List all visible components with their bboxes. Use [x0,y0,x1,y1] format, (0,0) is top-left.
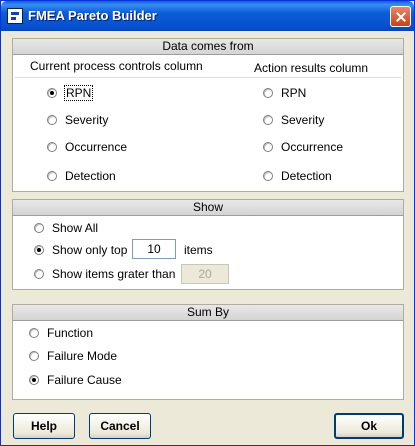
radio-label: Occurrence [281,140,344,154]
top-suffix-label: items [184,243,213,257]
cancel-button[interactable]: Cancel [89,413,151,439]
radio-label: Show items grater than [52,267,176,281]
radio-circle [47,88,57,98]
fmea-pareto-builder-dialog: FMEA Pareto Builder Data comes from Curr… [0,0,415,446]
radio-failure-mode[interactable]: Failure Mode [29,349,117,363]
radio-show-top[interactable]: Show only top [34,243,127,257]
left-column-heading: Current process controls column [30,59,203,73]
radio-circle [29,328,39,338]
close-button[interactable] [390,6,411,27]
show-panel: Show Show All Show only top 10 items Sho… [12,199,404,290]
radio-label: Severity [281,113,325,127]
radio-circle [263,115,273,125]
radio-circle [47,171,57,181]
show-header: Show [13,200,403,216]
sum-by-header: Sum By [13,305,403,321]
data-source-panel: Data comes from Current process controls… [12,38,404,192]
right-radio-severity[interactable]: Severity [263,113,324,127]
right-column-heading: Action results column [254,61,369,75]
ok-button[interactable]: Ok [334,413,404,439]
sum-by-panel: Sum By Function Failure Mode Failure Cau… [12,304,404,400]
left-radio-severity[interactable]: Severity [47,113,108,127]
left-radio-detection[interactable]: Detection [47,169,116,183]
radio-show-all[interactable]: Show All [34,221,98,235]
radio-label: RPN [281,86,307,100]
right-radio-occurrence[interactable]: Occurrence [263,140,343,154]
radio-label: Failure Cause [47,373,122,387]
radio-label: Detection [281,169,332,183]
radio-circle [47,142,57,152]
radio-circle [263,88,273,98]
radio-label: Function [47,326,94,340]
radio-circle [34,223,44,233]
radio-circle [47,115,57,125]
radio-circle [29,351,39,361]
radio-label: Detection [65,169,116,183]
radio-function[interactable]: Function [29,326,93,340]
radio-circle [263,171,273,181]
radio-circle [29,375,39,385]
radio-label: RPN [63,85,94,101]
right-radio-rpn[interactable]: RPN [263,86,306,100]
top-count-input[interactable]: 10 [132,239,176,259]
radio-label: Occurrence [65,140,128,154]
left-radio-occurrence[interactable]: Occurrence [47,140,127,154]
window-title: FMEA Pareto Builder [28,8,157,23]
radio-label: Severity [65,113,109,127]
radio-show-greater[interactable]: Show items grater than [34,267,175,281]
title-bar: FMEA Pareto Builder [1,1,414,31]
data-source-header: Data comes from [13,39,403,55]
greater-than-input[interactable]: 20 [181,264,229,284]
radio-label: Show All [52,221,99,235]
radio-circle [263,142,273,152]
left-radio-rpn[interactable]: RPN [47,85,94,101]
radio-label: Failure Mode [47,349,118,363]
radio-label: Show only top [52,243,128,257]
right-radio-detection[interactable]: Detection [263,169,332,183]
radio-failure-cause[interactable]: Failure Cause [29,373,122,387]
radio-circle [34,269,44,279]
heading-divider [15,77,401,78]
radio-circle [34,245,44,255]
app-icon [7,8,23,24]
help-button[interactable]: Help [13,413,75,439]
